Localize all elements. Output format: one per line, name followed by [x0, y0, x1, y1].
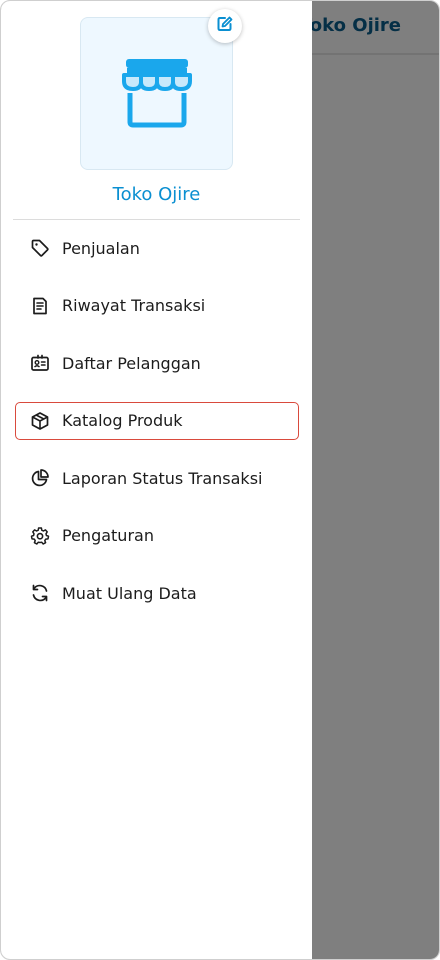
- menu-item-penjualan[interactable]: Penjualan: [15, 229, 299, 267]
- menu-item-riwayat-transaksi[interactable]: Riwayat Transaksi: [15, 287, 299, 325]
- menu-label-laporan-status-transaksi: Laporan Status Transaksi: [62, 468, 263, 488]
- menu-item-pengaturan[interactable]: Pengaturan: [15, 517, 299, 555]
- store-avatar: [80, 17, 233, 170]
- store-name: Toko Ojire: [112, 184, 201, 205]
- menu-item-laporan-status-transaksi[interactable]: Laporan Status Transaksi: [15, 459, 299, 497]
- pie-chart-icon: [30, 468, 50, 488]
- receipt-icon: [30, 296, 50, 316]
- menu-label-pengaturan: Pengaturan: [62, 526, 154, 545]
- menu-label-riwayat-transaksi: Riwayat Transaksi: [62, 296, 206, 315]
- refresh-icon: [30, 583, 50, 603]
- menu-label-katalog-produk: Katalog Produk: [62, 411, 183, 430]
- menu-label-muat-ulang-data: Muat Ulang Data: [62, 583, 197, 603]
- edit-icon: [216, 15, 234, 37]
- screen: Toko Ojire n nu.: [0, 0, 440, 960]
- drawer-divider: [13, 219, 300, 220]
- contact-card-icon: [30, 353, 50, 373]
- drawer-menu: Penjualan Riwayat Transaksi Daftar Pelan…: [15, 229, 299, 632]
- menu-item-daftar-pelanggan[interactable]: Daftar Pelanggan: [15, 344, 299, 382]
- menu-label-penjualan: Penjualan: [62, 238, 140, 258]
- menu-item-muat-ulang-data[interactable]: Muat Ulang Data: [15, 574, 299, 612]
- menu-label-daftar-pelanggan: Daftar Pelanggan: [62, 353, 201, 373]
- gear-icon: [30, 526, 50, 546]
- tag-icon: [30, 238, 50, 258]
- package-icon: [30, 411, 50, 431]
- edit-store-button[interactable]: [208, 9, 242, 43]
- navigation-drawer: Toko Ojire Penjualan Riwayat Transaksi D…: [1, 1, 312, 959]
- menu-item-katalog-produk[interactable]: Katalog Produk: [15, 401, 299, 440]
- storefront-icon: [118, 53, 196, 135]
